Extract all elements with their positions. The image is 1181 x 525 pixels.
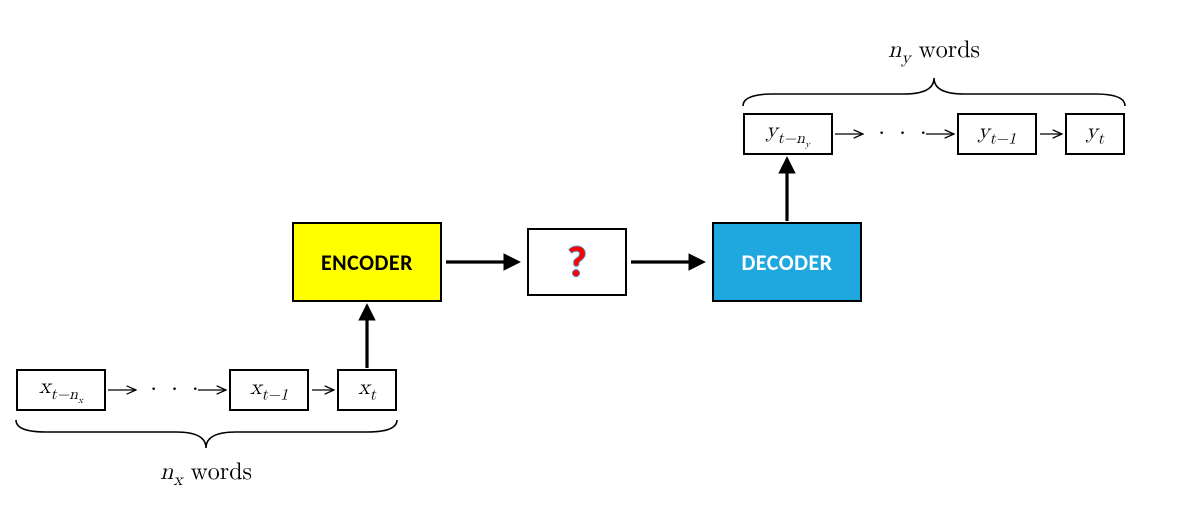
brace-input <box>16 418 397 452</box>
brace-output <box>743 74 1125 108</box>
encoder-label: ENCODER <box>321 249 413 276</box>
arrow-decoder-to-output <box>777 155 797 223</box>
output-brace-label: ny words <box>888 36 980 69</box>
arrow-encoder-to-middle <box>444 252 524 272</box>
arrow-output-3 <box>1038 126 1066 142</box>
arrow-output-1 <box>833 126 867 142</box>
decoder-box: DECODER <box>712 222 862 302</box>
input-token-mid: xt−1 <box>229 369 309 411</box>
output-token-mid-label: yt−1 <box>978 119 1016 149</box>
input-token-mid-label: xt−1 <box>250 375 288 405</box>
middle-box: ? <box>527 228 627 296</box>
output-token-mid: yt−1 <box>957 113 1037 155</box>
input-token-first: xt−nx <box>16 369 106 411</box>
arrow-input-3 <box>310 382 338 398</box>
input-token-first-label: xt−nx <box>39 374 83 406</box>
decoder-label: DECODER <box>741 249 832 276</box>
output-token-last: yt <box>1065 113 1125 155</box>
output-token-last-label: yt <box>1086 119 1104 149</box>
input-brace-label: nx words <box>160 458 252 491</box>
arrow-output-2 <box>924 126 958 142</box>
arrow-input-1 <box>106 382 140 398</box>
output-token-first: yt−ny <box>743 113 833 155</box>
input-token-last: xt <box>337 369 397 411</box>
arrow-input-to-encoder <box>357 302 377 370</box>
question-mark-icon: ? <box>567 237 586 288</box>
output-token-first-label: yt−ny <box>766 118 810 150</box>
input-token-last-label: xt <box>358 375 376 405</box>
arrow-middle-to-decoder <box>629 252 709 272</box>
encoder-box: ENCODER <box>292 222 442 302</box>
arrow-input-2 <box>196 382 230 398</box>
